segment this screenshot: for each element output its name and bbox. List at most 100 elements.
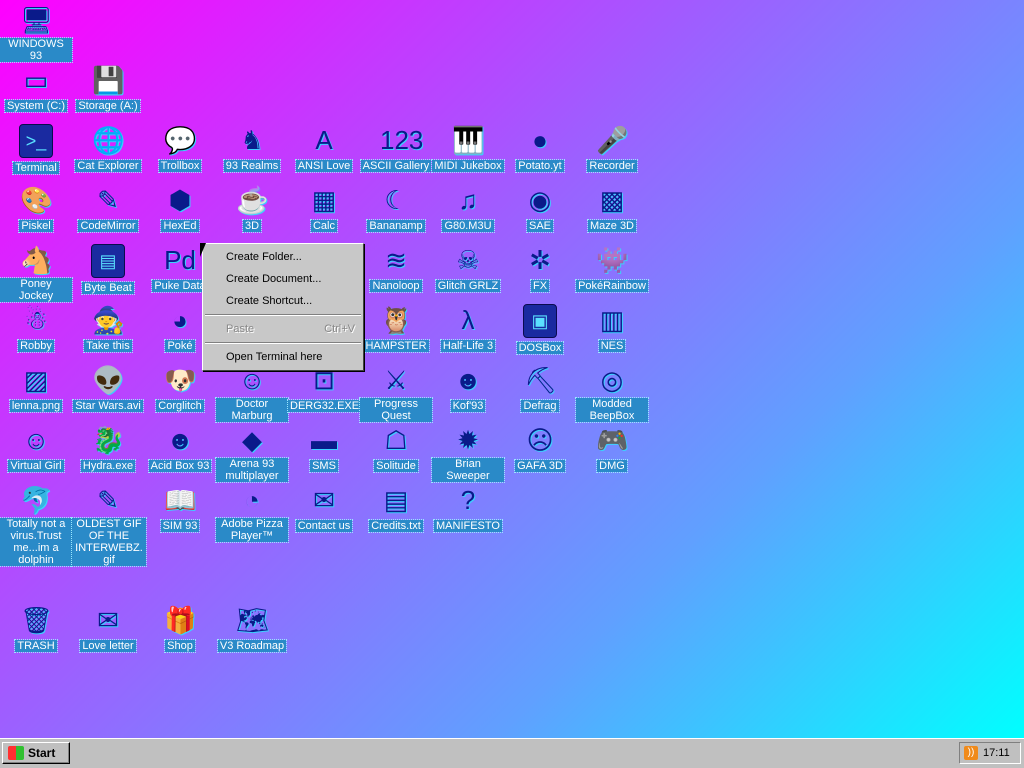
desktop[interactable]: 🖥 WINDOWS 93 ▭ System (C:) 💾 Storage (A:) >_ Te… (0, 0, 1024, 738)
desktop-icon[interactable]: ◆ Arena 93 multiplayer (215, 424, 289, 484)
chat-icon: 💬 (164, 125, 197, 155)
desktop-icon[interactable]: ▣ DOSBox (504, 304, 576, 356)
desktop-icon[interactable]: ☺ Virtual Girl (0, 424, 72, 474)
desktop-icon[interactable]: 🗺 V3 Roadmap (216, 604, 288, 654)
desktop-icon[interactable]: ☃ Robby (0, 304, 72, 354)
desktop-icon[interactable]: λ Half-Life 3 (432, 304, 504, 354)
desktop-icon[interactable]: ☺ Doctor Marburg (215, 364, 289, 424)
desktop-icon[interactable]: 🐉 Hydra.exe (72, 424, 144, 474)
desktop-icon[interactable]: ♫ G80.M3U (432, 184, 504, 234)
fx-icon: ✲ (529, 245, 551, 275)
desktop-icon-label: Take this (83, 339, 133, 353)
desktop-icon[interactable]: ◉ SAE (504, 184, 576, 234)
desktop-icon[interactable]: 👾 PokéRainbow (575, 244, 649, 294)
start-button[interactable]: Start (2, 742, 70, 764)
desktop-icon[interactable]: ▤ Byte Beat (72, 244, 144, 296)
menu-item-label: Create Document... (226, 273, 322, 285)
numbers-icon: 123 (380, 125, 424, 155)
playlist-icon: ♫ (458, 185, 478, 215)
desktop-icon[interactable]: ☠ Glitch GRLZ (432, 244, 504, 294)
desktop-icon[interactable]: 🎁 Shop (144, 604, 216, 654)
rss-icon[interactable]: )) (964, 746, 978, 760)
desktop-icon[interactable]: 🐬 Totally not a virus.Trust me...im a dol… (0, 484, 73, 568)
desktop-icon[interactable]: ● Potato.yt (504, 124, 576, 174)
desktop-icon-label: Solitude (373, 459, 419, 473)
desktop-icon[interactable]: 📖 SIM 93 (144, 484, 216, 534)
desktop-icon[interactable]: >_ Terminal (0, 124, 72, 176)
desktop-icon[interactable]: 👽 Star Wars.avi (72, 364, 144, 414)
desktop-icon[interactable]: 🎤 Recorder (576, 124, 648, 174)
menu-open-terminal[interactable]: Open Terminal here (203, 346, 363, 368)
desktop-icon[interactable]: 🎨 Piskel (0, 184, 72, 234)
desktop-icon[interactable]: ⚔ Progress Quest (359, 364, 433, 424)
desktop-icon[interactable]: ▥ NES (576, 304, 648, 354)
desktop-icon[interactable]: ☖ Solitude (360, 424, 432, 474)
desktop-icon[interactable]: 🐶 Corglitch (144, 364, 216, 414)
menu-create-document[interactable]: Create Document... (203, 268, 363, 290)
desktop-icon[interactable]: 123 ASCII Gallery (359, 124, 433, 174)
desktop-icon-label: OLDEST GIF OF THE INTERWEBZ.gif (71, 517, 147, 567)
desktop-icon[interactable]: 🧙 Take this (72, 304, 144, 354)
desktop-icon[interactable]: ▭ System (C:) (0, 64, 72, 114)
teapot-icon: ☕ (236, 185, 269, 215)
desktop-icon[interactable]: ≋ Nanoloop (360, 244, 432, 294)
desktop-icon-label: SIM 93 (159, 519, 201, 533)
desktop-icon-label: Arena 93 multiplayer (215, 457, 289, 483)
hex-icon: ⬢ (168, 185, 192, 215)
floppy-drive-icon: 💾 (92, 65, 125, 95)
desktop-icon[interactable]: ☻ Kof'93 (432, 364, 504, 414)
desktop-icon[interactable]: ⊡ DERG32.EXE (286, 364, 363, 414)
desktop-icon[interactable]: ☕ 3D (216, 184, 288, 234)
desktop-icon[interactable]: ▤ Credits.txt (360, 484, 432, 534)
desktop-icon[interactable]: 🗑 TRASH (0, 604, 72, 654)
desktop-icon[interactable]: ☹ GAFA 3D (504, 424, 576, 474)
desktop-icon[interactable]: 🦉 HAMPSTER (360, 304, 432, 354)
menu-item-label: Create Shortcut... (226, 295, 313, 307)
desktop-icon-label: Maze 3D (586, 219, 638, 233)
desktop-icon-label: lenna.png (8, 399, 64, 413)
desktop-icon[interactable]: ☻ Acid Box 93 (144, 424, 216, 474)
menu-create-shortcut[interactable]: Create Shortcut... (203, 290, 363, 312)
desktop-icon[interactable]: ▩ Maze 3D (576, 184, 648, 234)
desktop-icon[interactable]: A ANSI Love (288, 124, 360, 174)
hydra-icon: 🐉 (92, 425, 125, 455)
desktop-icon[interactable]: ✉ Contact us (288, 484, 360, 534)
desktop-icon[interactable]: ✎ CodeMirror (72, 184, 144, 234)
desktop-icon[interactable]: 🐴 Poney Jockey (0, 244, 73, 304)
desktop-icon-label: Piskel (18, 219, 54, 233)
desktop-icon-label: Terminal (12, 161, 60, 175)
desktop-icon[interactable]: 🎹 MIDI Jukebox (431, 124, 505, 174)
desktop-icon[interactable]: 💾 Storage (A:) (72, 64, 144, 114)
ball-icon: ◉ (528, 185, 552, 215)
desktop-icon[interactable]: ☾ Bananamp (360, 184, 432, 234)
desktop-icon[interactable]: ✉ Love letter (72, 604, 144, 654)
desktop-icon-label: DERG32.EXE (286, 399, 363, 413)
desktop-icon[interactable]: ▬ SMS (288, 424, 360, 474)
desktop-icon[interactable]: ▨ lenna.png (0, 364, 72, 414)
desktop-icon[interactable]: 🖥 WINDOWS 93 (0, 4, 73, 64)
desktop-icon[interactable]: ◎ Modded BeepBox (575, 364, 649, 424)
desktop-icon[interactable]: ✹ Brian Sweeper (431, 424, 505, 484)
desktop-icon[interactable]: ♞ 93 Realms (216, 124, 288, 174)
desktop-icon-label: WINDOWS 93 (0, 37, 73, 63)
desktop-icon-label: Poney Jockey (0, 277, 73, 303)
computer-icon: 🖥 (20, 5, 54, 35)
desktop-icon-label: Modded BeepBox (575, 397, 649, 423)
desktop-icon[interactable]: 🎮 DMG (576, 424, 648, 474)
desktop-icon[interactable]: ? MANIFESTO (432, 484, 504, 534)
desktop-icon[interactable]: ▦ Calc (288, 184, 360, 234)
desktop-icon[interactable]: ✲ FX (504, 244, 576, 294)
desktop-icon[interactable]: 🌐 Cat Explorer (72, 124, 144, 174)
desktop-icon[interactable]: ⬢ HexEd (144, 184, 216, 234)
desktop-icon[interactable]: ✎ OLDEST GIF OF THE INTERWEBZ.gif (71, 484, 147, 568)
desktop-icon-label: ASCII Gallery (359, 159, 433, 173)
desktop-icon[interactable]: 💬 Trollbox (144, 124, 216, 174)
desktop-icon[interactable]: ◔ Adobe Pizza Player™ (215, 484, 289, 544)
clock: 17:11 (983, 747, 1010, 759)
pony-icon: 🐴 (20, 245, 53, 275)
glitch-icon: ☠ (456, 245, 480, 275)
menu-create-folder[interactable]: Create Folder... (203, 246, 363, 268)
desktop-icon[interactable]: ⛏ Defrag (504, 364, 576, 414)
desktop-icon-label: GAFA 3D (514, 459, 566, 473)
desktop-icon-label: Recorder (586, 159, 638, 173)
